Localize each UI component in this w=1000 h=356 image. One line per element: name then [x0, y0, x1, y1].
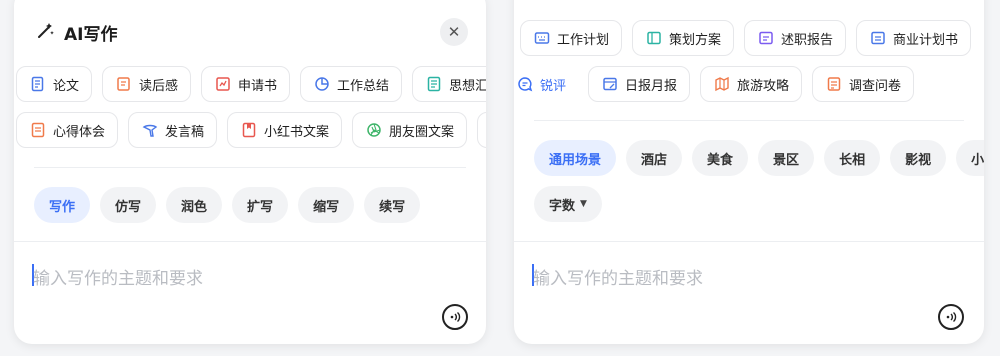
- left-writing-panel: AI写作 ✕ 论文 读后感 申请书 工作总结 思想汇报 心得体会: [14, 0, 486, 344]
- chip-duty-report[interactable]: 述职报告: [744, 20, 847, 56]
- chip-label: 发言稿: [165, 124, 205, 140]
- tab-film[interactable]: 影视: [890, 140, 947, 176]
- tab-food[interactable]: 美食: [692, 140, 749, 176]
- chip-application[interactable]: 申请书: [201, 66, 291, 102]
- chip-label: 工作总结: [337, 78, 390, 94]
- chip-label: 述职报告: [781, 32, 834, 48]
- chip-sharp-review[interactable]: 锐评: [514, 66, 579, 102]
- tab-expand[interactable]: 扩写: [232, 187, 289, 223]
- chip-moments[interactable]: 朋友圈文案: [352, 112, 468, 148]
- chip-more-partial[interactable]: [477, 112, 486, 148]
- panel-icon: [645, 29, 663, 47]
- doc-type-row-2: 心得体会 发言稿 小红书文案 朋友圈文案: [16, 112, 486, 148]
- browser-icon: [869, 29, 887, 47]
- calendar-edit-icon: [601, 75, 619, 93]
- chip-label: 心得体会: [53, 124, 106, 140]
- chip-daily-monthly[interactable]: 日报月报: [588, 66, 691, 102]
- word-count-dropdown[interactable]: 字数 ▼: [534, 186, 602, 222]
- chip-label: 调查问卷: [849, 78, 902, 94]
- chip-label: 锐评: [540, 78, 567, 94]
- right-writing-panel: 工作计划 策划方案 述职报告 商业计划书 锐评 日报月报 旅游攻略 调查问卷 通…: [514, 0, 984, 344]
- doc-type-row-1: 论文 读后感 申请书 工作总结 思想汇报: [16, 66, 486, 102]
- divider: [34, 167, 466, 168]
- clipboard-icon: [825, 75, 843, 93]
- message-icon: [757, 29, 775, 47]
- chip-xiaohongshu[interactable]: 小红书文案: [227, 112, 343, 148]
- sound-wave-icon: [946, 311, 957, 323]
- microphone-icon: [141, 121, 159, 139]
- word-count-label: 字数: [549, 198, 576, 214]
- bookmark-icon: [240, 121, 258, 139]
- chip-label: 朋友圈文案: [389, 124, 455, 140]
- book-icon: [115, 75, 133, 93]
- pie-chart-icon: [313, 75, 331, 93]
- tab-shorten[interactable]: 缩写: [298, 187, 355, 223]
- magic-pen-icon: [36, 20, 56, 45]
- tab-novel[interactable]: 小说: [956, 140, 984, 176]
- caret-down-icon: ▼: [580, 199, 587, 209]
- chip-business-plan[interactable]: 商业计划书: [856, 20, 972, 56]
- chip-label: 旅游攻略: [737, 78, 790, 94]
- chip-planning-proposal[interactable]: 策划方案: [632, 20, 735, 56]
- doc-type-row-4: 锐评 日报月报 旅游攻略 调查问卷: [514, 66, 984, 102]
- chip-work-plan[interactable]: 工作计划: [520, 20, 623, 56]
- chip-label: 论文: [53, 78, 80, 94]
- sound-wave-icon: [450, 311, 461, 323]
- report-icon: [425, 75, 443, 93]
- prompt-input-area[interactable]: 输入写作的主题和要求: [14, 241, 486, 344]
- voice-input-button[interactable]: [442, 304, 468, 330]
- scene-tabs: 通用场景 酒店 美食 景区 长相 影视 小说: [534, 140, 984, 176]
- options-row: 字数 ▼: [534, 186, 602, 222]
- chip-label: 商业计划书: [893, 32, 959, 48]
- chip-label: 小红书文案: [264, 124, 330, 140]
- tab-polish[interactable]: 润色: [166, 187, 223, 223]
- tab-general-scene[interactable]: 通用场景: [534, 140, 617, 176]
- mode-tabs: 写作 仿写 润色 扩写 缩写 续写: [34, 187, 421, 223]
- doc-type-row-3: 工作计划 策划方案 述职报告 商业计划书: [520, 20, 984, 56]
- chip-travel-guide[interactable]: 旅游攻略: [700, 66, 803, 102]
- document-icon: [29, 75, 47, 93]
- tab-continue[interactable]: 续写: [364, 187, 421, 223]
- close-button[interactable]: ✕: [440, 18, 468, 46]
- chip-thought-report[interactable]: 思想汇报: [412, 66, 486, 102]
- chip-label: 思想汇报: [449, 78, 486, 94]
- chip-label: 读后感: [139, 78, 179, 94]
- chip-speech[interactable]: 发言稿: [128, 112, 218, 148]
- chip-label: 策划方案: [669, 32, 722, 48]
- chip-reflection[interactable]: 心得体会: [16, 112, 119, 148]
- tab-scenic[interactable]: 景区: [758, 140, 815, 176]
- chip-book-review[interactable]: 读后感: [102, 66, 192, 102]
- chip-survey[interactable]: 调查问卷: [812, 66, 915, 102]
- chip-label: 日报月报: [625, 78, 678, 94]
- chip-work-summary[interactable]: 工作总结: [300, 66, 403, 102]
- form-icon: [214, 75, 232, 93]
- chip-thesis[interactable]: 论文: [16, 66, 93, 102]
- map-icon: [713, 75, 731, 93]
- prompt-input-area[interactable]: 输入写作的主题和要求: [514, 241, 984, 344]
- chip-label: 工作计划: [557, 32, 610, 48]
- tab-imitate[interactable]: 仿写: [100, 187, 157, 223]
- aperture-icon: [365, 121, 383, 139]
- tab-hotel[interactable]: 酒店: [626, 140, 683, 176]
- keyboard-icon: [533, 29, 551, 47]
- notes-icon: [29, 121, 47, 139]
- tab-write[interactable]: 写作: [34, 187, 91, 223]
- prompt-placeholder: 输入写作的主题和要求: [533, 269, 703, 289]
- tab-appearance[interactable]: 长相: [824, 140, 881, 176]
- prompt-placeholder: 输入写作的主题和要求: [33, 269, 203, 289]
- comment-icon: [516, 75, 534, 93]
- panel-header: AI写作: [36, 20, 117, 45]
- panel-title: AI写作: [64, 25, 118, 45]
- divider: [534, 120, 964, 121]
- chip-label: 申请书: [238, 78, 278, 94]
- voice-input-button[interactable]: [938, 304, 964, 330]
